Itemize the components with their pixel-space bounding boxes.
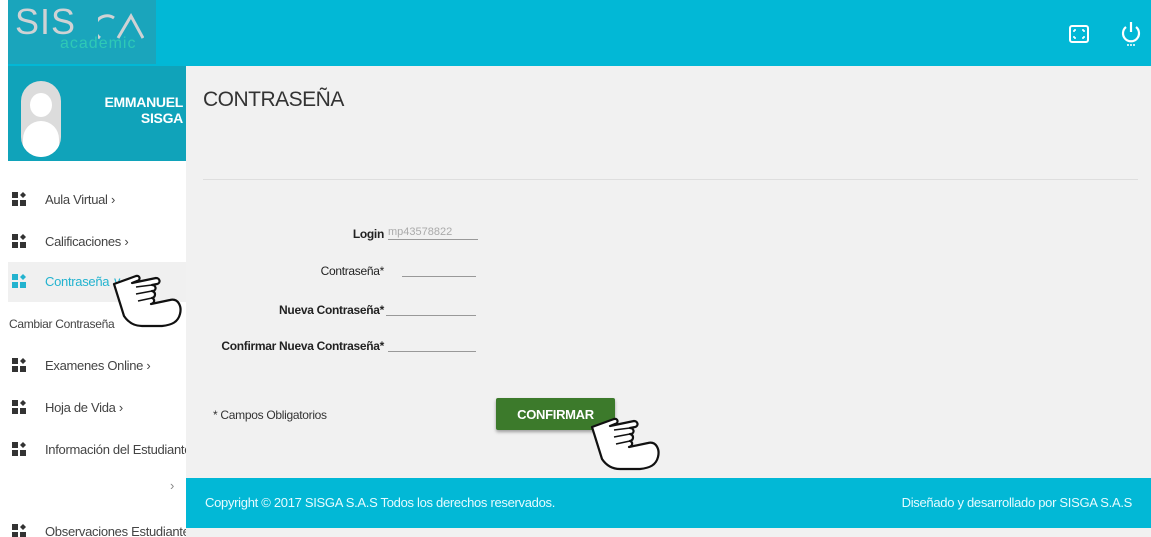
- new-password-field[interactable]: [386, 300, 476, 316]
- dashboard-icon: [12, 400, 26, 414]
- login-field[interactable]: [388, 224, 478, 240]
- dashboard-icon: [12, 524, 26, 537]
- sidebar-item-hoja-de-vida[interactable]: Hoja de Vida ›: [8, 388, 186, 428]
- avatar-body-icon: [23, 121, 59, 157]
- profile-panel: EMMANUEL SISGA: [8, 66, 186, 161]
- dashboard-icon: [12, 274, 26, 288]
- logo-sub-text: academic: [60, 35, 137, 52]
- power-icon[interactable]: [1118, 18, 1144, 48]
- sidebar-item-examenes-online[interactable]: Examenes Online ›: [8, 346, 186, 386]
- logo[interactable]: SIS academic: [8, 0, 156, 64]
- sidebar-item-observaciones-estudiante[interactable]: Observaciones Estudiante: [8, 512, 190, 537]
- password-field[interactable]: [402, 261, 476, 277]
- divider: [203, 179, 1138, 180]
- sidebar-item-label: Información del Estudiante: [45, 442, 192, 457]
- sidebar-item-label: Examenes Online ›: [45, 358, 151, 373]
- sidebar-subitem-cambiar-contrasena[interactable]: Cambiar Contraseña: [9, 317, 115, 331]
- new-password-row: Nueva Contraseña*: [186, 300, 384, 320]
- footer-credits: Diseñado y desarrollado por SISGA S.A.S: [901, 495, 1133, 510]
- login-label: Login: [352, 227, 384, 241]
- dashboard-icon: [12, 442, 26, 456]
- required-fields-note: * Campos Obligatorios: [213, 408, 327, 422]
- footer: Copyright © 2017 SISGA S.A.S Todos los d…: [186, 478, 1151, 528]
- footer-copyright: Copyright © 2017 SISGA S.A.S Todos los d…: [205, 495, 556, 510]
- chevron-right-icon[interactable]: ›: [170, 478, 174, 493]
- sidebar-item-label: Aula Virtual ›: [45, 192, 115, 207]
- login-row: Login: [186, 224, 384, 244]
- main-content: CONTRASEÑA Login Contraseña* Nueva Contr…: [186, 66, 1151, 537]
- sidebar-item-label: Observaciones Estudiante: [45, 524, 190, 537]
- confirm-password-field[interactable]: [388, 336, 476, 352]
- sidebar-item-label: Contraseña ∨: [45, 274, 122, 289]
- password-label: Contraseña*: [320, 264, 385, 278]
- avatar-head-icon: [30, 93, 52, 117]
- password-row: Contraseña*: [186, 261, 385, 281]
- avatar: [21, 81, 61, 157]
- dashboard-icon: [12, 234, 26, 248]
- app-root: SIS academic EMMANUEL SISGA Aula Virtual…: [0, 0, 1151, 537]
- expand-icon[interactable]: [1066, 18, 1092, 48]
- sidebar-item-label: Hoja de Vida ›: [45, 400, 123, 415]
- pointer-hand-icon: [590, 417, 660, 471]
- profile-name: EMMANUEL SISGA: [104, 94, 184, 126]
- sidebar-item-informacion-estudiante[interactable]: Información del Estudiante: [8, 430, 191, 470]
- sidebar-item-calificaciones[interactable]: Calificaciones ›: [8, 222, 186, 262]
- pointer-hand-icon: [112, 274, 182, 328]
- dashboard-icon: [12, 358, 26, 372]
- top-bar: SIS academic: [8, 0, 1151, 66]
- new-password-label: Nueva Contraseña*: [279, 303, 384, 317]
- confirm-password-row: Confirmar Nueva Contraseña*: [186, 336, 384, 356]
- sidebar-item-aula-virtual[interactable]: Aula Virtual ›: [8, 180, 186, 220]
- confirm-password-label: Confirmar Nueva Contraseña*: [221, 339, 384, 353]
- page-title: CONTRASEÑA: [203, 88, 344, 111]
- sidebar-item-label: Calificaciones ›: [45, 234, 129, 249]
- dashboard-icon: [12, 192, 26, 206]
